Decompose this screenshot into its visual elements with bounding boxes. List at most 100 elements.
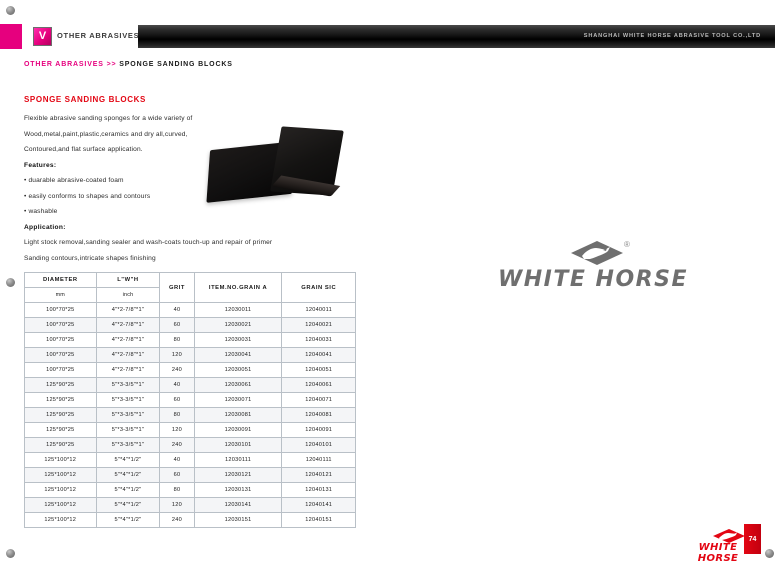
- breadcrumb-parent[interactable]: OTHER ABRASIVES: [24, 61, 104, 68]
- cell-diameter: 100*70*25: [24, 332, 97, 348]
- cell-diameter: 125*90*25: [24, 422, 97, 438]
- cell-grit: 80: [159, 407, 195, 423]
- cell-grain-sic: 12040071: [281, 392, 356, 408]
- cell-diameter: 125*100*12: [24, 452, 97, 468]
- table-row: 100*70*25 4"*2-7/8"*1" 40 12030011 12040011: [24, 302, 356, 318]
- cell-diameter: 125*90*25: [24, 437, 97, 453]
- cell-grain-sic: 12040121: [281, 467, 356, 483]
- category-tab-icon[interactable]: V: [33, 27, 52, 46]
- cell-grain-sic: 12040031: [281, 332, 356, 348]
- column-subheader-mm: mm: [24, 287, 97, 303]
- category-tab-icon-letter: V: [38, 30, 47, 42]
- specification-table: DIAMETER L"W"H GRIT ITEM.NO.GRAIN A GRAI…: [24, 272, 356, 528]
- table-row: 125*90*25 5"*3-3/5"*1" 240 12030101 12040101: [24, 437, 356, 453]
- page-number-badge: 74: [744, 524, 761, 554]
- cell-grit: 120: [159, 497, 195, 513]
- cell-lwh: 5"*4"*1/2": [95, 482, 161, 498]
- product-photo: [200, 122, 360, 204]
- header-dark-bar: SHANGHAI WHITE HORSE ABRASIVE TOOL CO.,L…: [138, 25, 775, 48]
- cell-diameter: 125*100*12: [24, 497, 97, 513]
- cell-item-no: 12030131: [193, 482, 283, 498]
- cell-item-no: 12030061: [193, 377, 283, 393]
- cell-lwh: 4"*2-7/8"*1": [95, 332, 161, 348]
- cell-grit: 60: [159, 317, 195, 333]
- cell-grain-sic: 12040061: [281, 377, 356, 393]
- cell-diameter: 100*70*25: [24, 347, 97, 363]
- cell-item-no: 12030031: [193, 332, 283, 348]
- cell-grain-sic: 12040051: [281, 362, 356, 378]
- cell-lwh: 4"*2-7/8"*1": [95, 362, 161, 378]
- registration-dot-bottom-left: [6, 549, 15, 558]
- cell-item-no: 12030071: [193, 392, 283, 408]
- table-head: DIAMETER L"W"H GRIT ITEM.NO.GRAIN A GRAI…: [24, 272, 356, 303]
- cell-lwh: 5"*4"*1/2": [95, 497, 161, 513]
- application-line-1: Light stock removal,sanding sealer and w…: [24, 239, 273, 246]
- column-header-grit: GRIT: [159, 272, 195, 303]
- cell-item-no: 12030011: [193, 302, 283, 318]
- feature-item-3: • washable: [24, 208, 58, 215]
- horse-emblem-icon: [570, 240, 624, 266]
- cell-item-no: 12030101: [193, 437, 283, 453]
- cell-grain-sic: 12040111: [281, 452, 356, 468]
- cell-item-no: 12030111: [193, 452, 283, 468]
- breadcrumb-separator: >>: [106, 61, 117, 68]
- table-row: 125*90*25 5"*3-3/5"*1" 40 12030061 12040061: [24, 377, 356, 393]
- cell-lwh: 5"*3-3/5"*1": [95, 422, 161, 438]
- cell-lwh: 5"*3-3/5"*1": [95, 437, 161, 453]
- application-line-2: Sanding contours,intricate shapes finish…: [24, 254, 156, 262]
- brand-logo: ® WHITE HORSE: [498, 240, 688, 302]
- cell-diameter: 100*70*25: [24, 362, 97, 378]
- cell-item-no: 12030091: [193, 422, 283, 438]
- table-row: 125*100*12 5"*4"*1/2" 60 12030121 12040121: [24, 467, 356, 483]
- column-subheader-inch: inch: [95, 287, 161, 303]
- cell-lwh: 5"*3-3/5"*1": [95, 377, 161, 393]
- cell-grit: 120: [159, 347, 195, 363]
- category-tab-label: OTHER ABRASIVES: [57, 31, 140, 40]
- cell-diameter: 100*70*25: [24, 317, 97, 333]
- column-header-item-no-grain-a: ITEM.NO.GRAIN A: [193, 272, 283, 303]
- table-row: 100*70*25 4"*2-7/8"*1" 120 12030041 12040041: [24, 347, 356, 363]
- breadcrumb-current: SPONGE SANDING BLOCKS: [119, 61, 233, 68]
- cell-item-no: 12030151: [193, 512, 283, 528]
- cell-lwh: 5"*3-3/5"*1": [95, 407, 161, 423]
- cell-grit: 40: [159, 302, 195, 318]
- breadcrumb: OTHER ABRASIVES >> SPONGE SANDING BLOCKS: [24, 61, 233, 68]
- cell-grit: 240: [159, 512, 195, 528]
- table-row: 100*70*25 4"*2-7/8"*1" 80 12030031 12040031: [24, 332, 356, 348]
- registered-trademark-symbol: ®: [624, 240, 630, 249]
- brand-wordmark: WHITE HORSE: [498, 267, 688, 292]
- cell-grain-sic: 12040011: [281, 302, 356, 318]
- table-row: 125*90*25 5"*3-3/5"*1" 60 12030071 12040071: [24, 392, 356, 408]
- page-header-bar: V OTHER ABRASIVES SHANGHAI WHITE HORSE A…: [0, 24, 780, 49]
- cell-grit: 40: [159, 452, 195, 468]
- company-name: SHANGHAI WHITE HORSE ABRASIVE TOOL CO.,L…: [583, 33, 761, 39]
- column-header-lwh: L"W"H: [95, 272, 161, 288]
- page-title: SPONGE SANDING BLOCKS: [24, 95, 146, 104]
- cell-diameter: 125*100*12: [24, 512, 97, 528]
- cell-diameter: 125*90*25: [24, 392, 97, 408]
- table-body: 100*70*25 4"*2-7/8"*1" 40 12030011 12040011 1…: [24, 302, 356, 528]
- cell-grit: 60: [159, 467, 195, 483]
- cell-grit: 80: [159, 482, 195, 498]
- table-row: 125*90*25 5"*3-3/5"*1" 120 12030091 12040091: [24, 422, 356, 438]
- cell-diameter: 125*90*25: [24, 407, 97, 423]
- registration-dot-middle-left: [6, 278, 15, 287]
- cell-diameter: 125*100*12: [24, 482, 97, 498]
- table-row: 125*90*25 5"*3-3/5"*1" 80 12030081 12040081: [24, 407, 356, 423]
- cell-grit: 60: [159, 392, 195, 408]
- footer-brand-logo: ® WHITE HORSE: [690, 527, 750, 564]
- cell-grit: 80: [159, 332, 195, 348]
- header-accent-block: [0, 24, 22, 49]
- application-heading: Application:: [24, 223, 66, 231]
- cell-grain-sic: 12040141: [281, 497, 356, 513]
- cell-item-no: 12030141: [193, 497, 283, 513]
- table-row: 125*100*12 5"*4"*1/2" 40 12030111 12040111: [24, 452, 356, 468]
- cell-grit: 40: [159, 377, 195, 393]
- table-row: 125*100*12 5"*4"*1/2" 240 12030151 12040151: [24, 512, 356, 528]
- cell-grain-sic: 12040041: [281, 347, 356, 363]
- cell-grain-sic: 12040021: [281, 317, 356, 333]
- cell-grain-sic: 12040101: [281, 437, 356, 453]
- table-row: 125*100*12 5"*4"*1/2" 120 12030141 12040141: [24, 497, 356, 513]
- cell-diameter: 125*90*25: [24, 377, 97, 393]
- cell-lwh: 5"*4"*1/2": [95, 512, 161, 528]
